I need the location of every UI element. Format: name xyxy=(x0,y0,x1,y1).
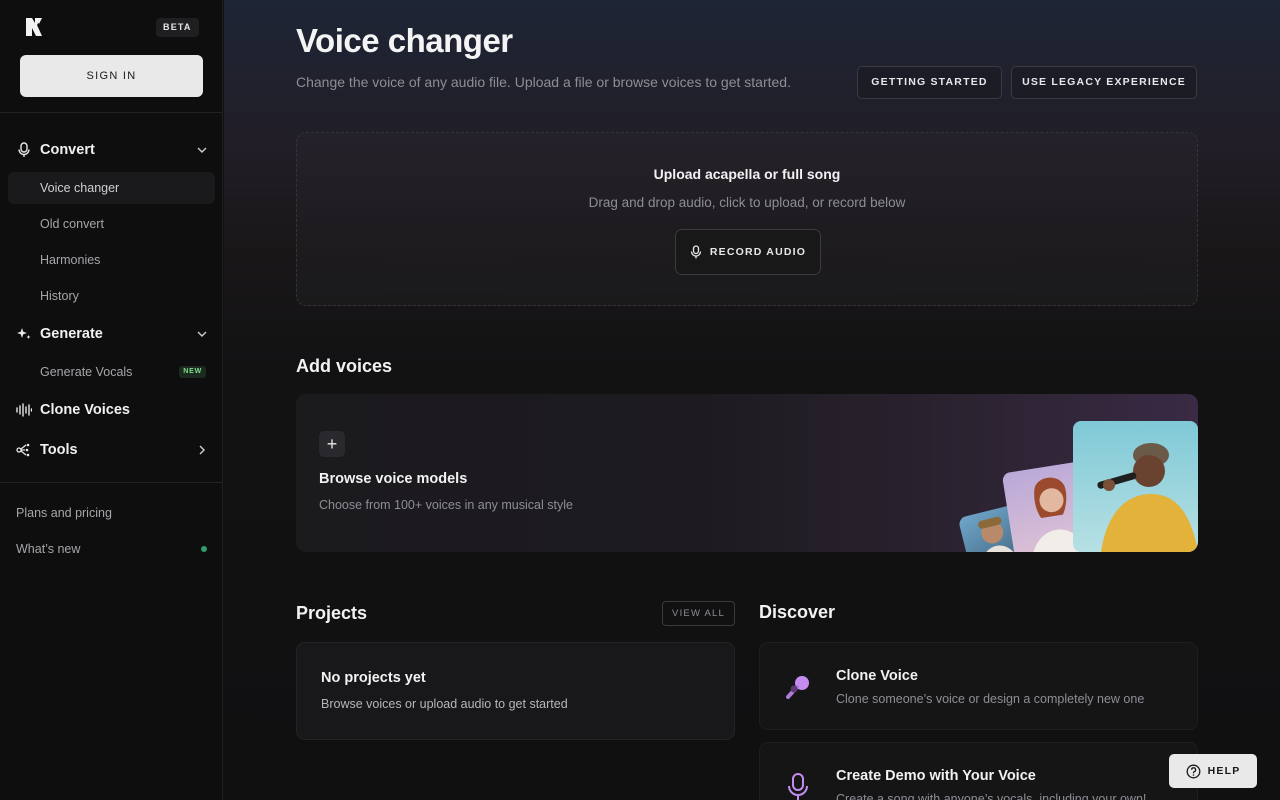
nav-clone-voices-label: Clone Voices xyxy=(40,402,130,418)
help-label: HELP xyxy=(1207,765,1241,777)
projects-empty-subtitle: Browse voices or upload audio to get sta… xyxy=(321,697,568,711)
sign-in-button[interactable]: SIGN IN xyxy=(20,55,203,97)
sidebar-item-harmonies[interactable]: Harmonies xyxy=(8,244,215,276)
whats-new-link[interactable]: What’s new xyxy=(16,542,80,556)
record-audio-label: RECORD AUDIO xyxy=(709,246,807,258)
nav-generate-label: Generate xyxy=(40,326,103,342)
logo-icon[interactable] xyxy=(25,17,47,37)
browse-voice-models-title: Browse voice models xyxy=(319,471,468,487)
page-title: Voice changer xyxy=(296,22,513,59)
projects-empty-card: No projects yet Browse voices or upload … xyxy=(296,642,735,740)
whats-new-indicator xyxy=(201,546,207,552)
upload-title: Upload acapella or full song xyxy=(653,166,841,182)
sidebar-item-voice-changer[interactable]: Voice changer xyxy=(8,172,215,204)
sparkle-icon xyxy=(16,326,32,342)
microphone-icon xyxy=(16,142,32,158)
discover-clone-voice-card[interactable]: Clone Voice Clone someone’s voice or des… xyxy=(759,642,1198,730)
record-audio-button[interactable]: RECORD AUDIO xyxy=(675,229,821,275)
nav-tools-label: Tools xyxy=(40,442,78,458)
projects-empty-title: No projects yet xyxy=(321,670,426,686)
getting-started-button[interactable]: GETTING STARTED xyxy=(857,66,1002,99)
voice-thumbnail-3 xyxy=(1073,421,1198,552)
nav-convert[interactable]: Convert xyxy=(16,138,208,162)
chevron-down-icon xyxy=(197,331,207,337)
add-voices-heading: Add voices xyxy=(296,356,393,376)
nav-clone-voices[interactable]: Clone Voices xyxy=(16,398,208,422)
discover-heading: Discover xyxy=(759,602,836,622)
discover-item-subtitle: Clone someone’s voice or design a comple… xyxy=(836,692,1145,706)
new-badge: NEW xyxy=(179,366,206,378)
main-content: Voice changer Change the voice of any au… xyxy=(224,0,1280,800)
plus-icon: + xyxy=(319,431,345,457)
divider xyxy=(0,482,223,483)
beta-badge: BETA xyxy=(156,18,199,37)
discover-item-title: Clone Voice xyxy=(836,668,918,684)
projects-heading: Projects xyxy=(296,603,368,623)
question-circle-icon xyxy=(1186,764,1201,778)
divider xyxy=(0,112,223,113)
browse-voice-models-card[interactable]: + Browse voice models Choose from 100+ v… xyxy=(296,394,1198,552)
sidebar-item-label: Generate Vocals xyxy=(40,365,133,379)
sidebar: BETA SIGN IN Convert Voice changer Old c… xyxy=(0,0,223,800)
discover-create-demo-card[interactable]: Create Demo with Your Voice Create a son… xyxy=(759,742,1198,800)
nav-generate[interactable]: Generate xyxy=(16,322,208,346)
voice-clone-icon xyxy=(786,676,809,699)
chevron-down-icon xyxy=(197,147,207,153)
browse-voice-models-subtitle: Choose from 100+ voices in any musical s… xyxy=(319,498,573,512)
view-all-button[interactable]: VIEW ALL xyxy=(662,601,735,626)
sidebar-item-generate-vocals[interactable]: Generate Vocals NEW xyxy=(8,356,215,388)
discover-item-title: Create Demo with Your Voice xyxy=(836,768,1036,784)
help-button[interactable]: HELP xyxy=(1169,754,1257,788)
page-subtitle: Change the voice of any audio file. Uplo… xyxy=(296,74,791,90)
microphone-icon xyxy=(690,245,702,259)
upload-dropzone[interactable]: Upload acapella or full song Drag and dr… xyxy=(296,132,1198,306)
legacy-experience-button[interactable]: USE LEGACY EXPERIENCE xyxy=(1011,66,1197,99)
tools-icon xyxy=(16,442,32,458)
plans-pricing-link[interactable]: Plans and pricing xyxy=(16,506,112,520)
sidebar-item-history[interactable]: History xyxy=(8,280,215,312)
nav-tools[interactable]: Tools xyxy=(16,438,208,462)
upload-subtitle: Drag and drop audio, click to upload, or… xyxy=(588,195,906,210)
nav-convert-label: Convert xyxy=(40,142,95,158)
discover-item-subtitle: Create a song with anyone’s vocals, incl… xyxy=(836,792,1147,800)
waveform-icon xyxy=(16,402,32,418)
sidebar-item-old-convert[interactable]: Old convert xyxy=(8,208,215,240)
chevron-right-icon xyxy=(199,445,205,455)
microphone-icon xyxy=(788,773,808,800)
